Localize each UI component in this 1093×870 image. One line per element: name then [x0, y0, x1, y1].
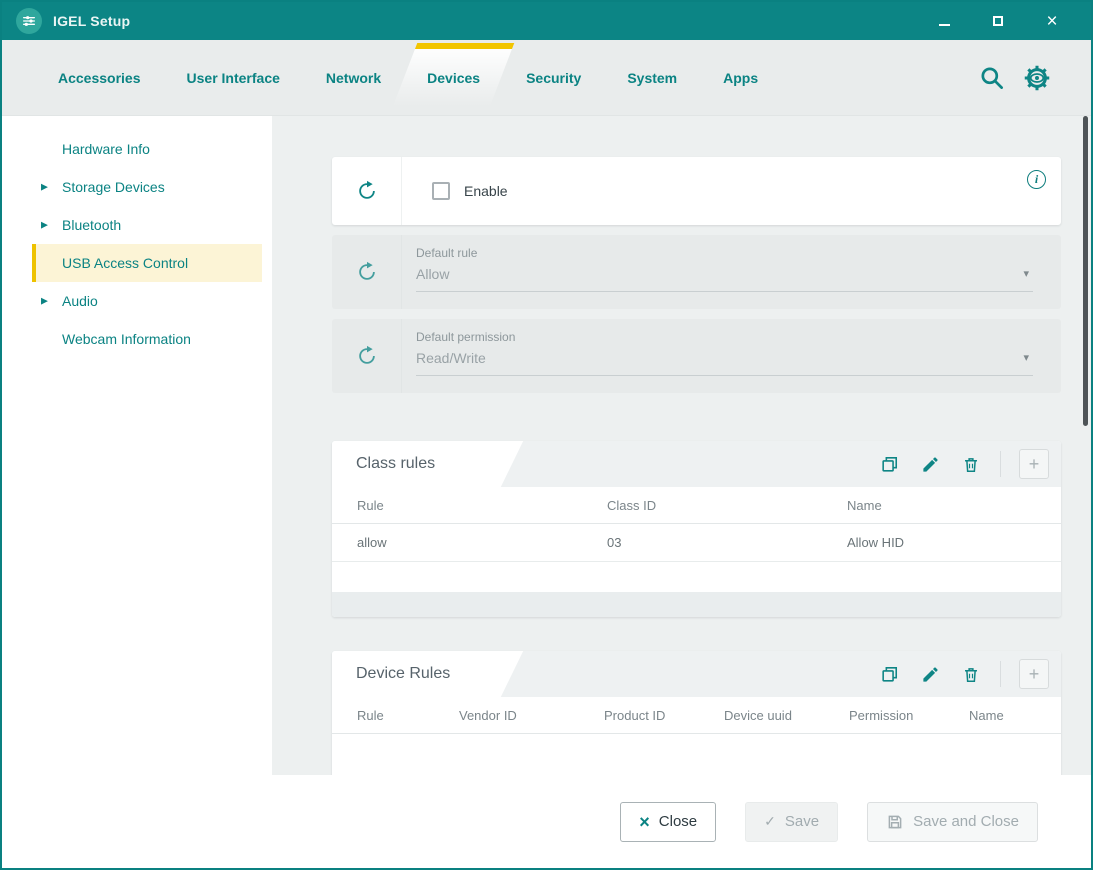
info-icon[interactable]: i [1027, 170, 1046, 189]
reset-icon [356, 345, 378, 367]
default-rule-row: Default rule Allow ▾ [332, 235, 1061, 309]
scrollbar[interactable] [1083, 116, 1088, 426]
search-icon [978, 64, 1005, 91]
tab-user-interface[interactable]: User Interface [181, 40, 286, 115]
close-x-icon: × [639, 813, 650, 831]
add-device-rule-button[interactable]: + [1019, 659, 1049, 689]
device-rules-card: Device Rules [332, 651, 1061, 775]
delete-rule-button[interactable] [962, 455, 980, 474]
column-header: Rule [357, 697, 459, 733]
settings-visibility-button[interactable] [1023, 64, 1051, 92]
device-rules-table-header: Rule Vendor ID Product ID Device uuid Pe… [332, 697, 1061, 734]
reset-icon [356, 261, 378, 283]
pencil-icon [921, 665, 940, 684]
column-header: Product ID [604, 697, 724, 733]
class-rules-card: Class rules [332, 441, 1061, 617]
sidebar-item-storage-devices[interactable]: ▶ Storage Devices [32, 168, 262, 206]
sidebar-item-hardware-info[interactable]: Hardware Info [32, 130, 262, 168]
default-permission-select[interactable]: Read/Write ▾ [416, 350, 1033, 376]
tab-security[interactable]: Security [520, 40, 587, 115]
title-bar: IGEL Setup × [2, 2, 1091, 40]
edit-rule-button[interactable] [921, 455, 940, 474]
default-rule-select[interactable]: Allow ▾ [416, 266, 1033, 292]
sidebar: Hardware Info ▶ Storage Devices ▶ Blueto… [2, 116, 272, 775]
footer-bar: × Close ✓ Save Save and Close [2, 775, 1091, 868]
column-header: Name [969, 697, 1061, 733]
column-header: Vendor ID [459, 697, 604, 733]
class-rules-header: Class rules [332, 441, 1061, 487]
toolbar-divider [1000, 451, 1001, 477]
tab-system[interactable]: System [621, 40, 683, 115]
check-icon: ✓ [764, 813, 776, 830]
reset-enable-button[interactable] [332, 157, 402, 225]
copy-icon [880, 665, 899, 684]
tab-network[interactable]: Network [320, 40, 387, 115]
pencil-icon [921, 455, 940, 474]
table-row[interactable]: allow 03 Allow HID [332, 524, 1061, 562]
sidebar-item-webcam-information[interactable]: Webcam Information [32, 320, 262, 358]
device-rules-empty-area [332, 734, 1061, 775]
search-button[interactable] [978, 64, 1005, 91]
sidebar-item-usb-access-control[interactable]: USB Access Control [32, 244, 262, 282]
expand-arrow-icon[interactable]: ▶ [41, 296, 48, 307]
delete-rule-button[interactable] [962, 665, 980, 684]
device-rules-title: Device Rules [356, 665, 450, 683]
copy-rule-button[interactable] [880, 665, 899, 684]
reset-default-permission-button[interactable] [332, 319, 402, 393]
trash-icon [962, 665, 980, 684]
igel-logo-icon [16, 8, 42, 34]
reset-icon [356, 180, 378, 202]
default-permission-row: Default permission Read/Write ▾ [332, 319, 1061, 393]
chevron-down-icon: ▾ [1023, 267, 1029, 280]
app-window: IGEL Setup × Accessories User Interface … [0, 0, 1093, 870]
save-and-close-button[interactable]: Save and Close [867, 802, 1038, 842]
sidebar-item-audio[interactable]: ▶ Audio [32, 282, 262, 320]
gear-eye-icon [1023, 64, 1051, 92]
minimize-icon [939, 24, 950, 26]
copy-rule-button[interactable] [880, 455, 899, 474]
window-title: IGEL Setup [53, 13, 130, 29]
toolbar-divider [1000, 661, 1001, 687]
sidebar-item-bluetooth[interactable]: ▶ Bluetooth [32, 206, 262, 244]
tab-accessories[interactable]: Accessories [52, 40, 147, 115]
class-rules-table-header: Rule Class ID Name [332, 487, 1061, 524]
tab-devices[interactable]: Devices [421, 40, 486, 115]
add-class-rule-button[interactable]: + [1019, 449, 1049, 479]
column-header: Class ID [607, 487, 847, 523]
maximize-button[interactable] [989, 12, 1007, 30]
save-button[interactable]: ✓ Save [745, 802, 838, 842]
column-header: Name [847, 487, 1061, 523]
close-window-button[interactable]: × [1043, 12, 1061, 30]
trash-icon [962, 455, 980, 474]
close-icon: × [1046, 12, 1057, 31]
expand-arrow-icon[interactable]: ▶ [41, 182, 48, 193]
tab-apps[interactable]: Apps [717, 40, 764, 115]
column-header: Rule [357, 487, 607, 523]
enable-card: Enable i [332, 157, 1061, 225]
expand-arrow-icon[interactable]: ▶ [41, 220, 48, 231]
reset-default-rule-button[interactable] [332, 235, 402, 309]
default-permission-label: Default permission [416, 330, 1033, 344]
main-nav: Accessories User Interface Network Devic… [2, 40, 1091, 116]
default-rule-label: Default rule [416, 246, 1033, 260]
close-button[interactable]: × Close [620, 802, 716, 842]
edit-rule-button[interactable] [921, 665, 940, 684]
device-rules-header: Device Rules [332, 651, 1061, 697]
column-header: Device uuid [724, 697, 849, 733]
column-header: Permission [849, 697, 969, 733]
class-rules-title: Class rules [356, 455, 435, 473]
copy-icon [880, 455, 899, 474]
maximize-icon [993, 16, 1003, 26]
enable-checkbox[interactable] [432, 182, 450, 200]
chevron-down-icon: ▾ [1023, 351, 1029, 364]
save-disk-icon [886, 813, 904, 831]
enable-label: Enable [464, 183, 508, 199]
class-rules-empty-area [332, 562, 1061, 592]
minimize-button[interactable] [935, 12, 953, 30]
settings-panel: Enable i Default rule Allow ▾ [272, 116, 1091, 775]
class-rules-footer-strip [332, 592, 1061, 617]
